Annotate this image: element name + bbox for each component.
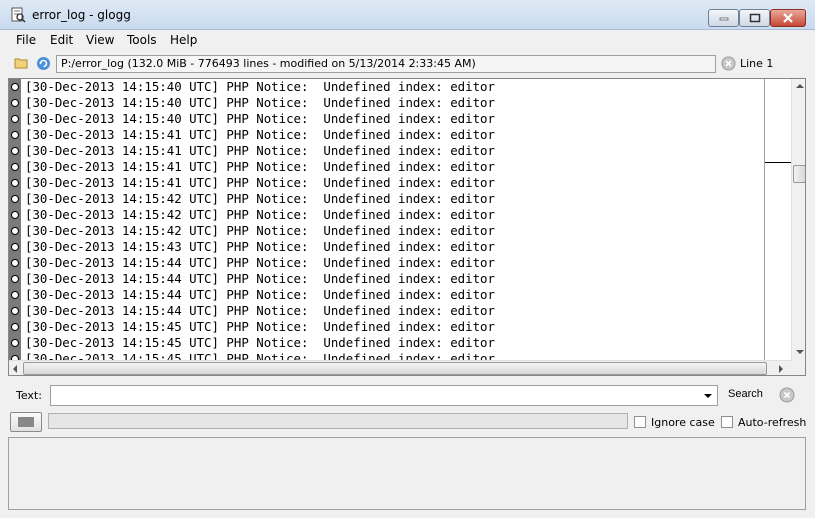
log-line[interactable]: [30-Dec-2013 14:15:45 UTC] PHP Notice: U…	[25, 351, 495, 360]
line-marker-icon[interactable]	[11, 227, 19, 235]
title-bar: error_log - glogg	[0, 0, 815, 30]
chevron-down-icon[interactable]	[704, 394, 712, 398]
horizontal-scroll-thumb[interactable]	[23, 362, 767, 375]
close-circle-icon[interactable]	[721, 56, 736, 71]
color-swatch-icon	[18, 417, 34, 427]
line-marker-icon[interactable]	[11, 259, 19, 267]
horizontal-scrollbar[interactable]	[9, 360, 791, 375]
log-line[interactable]: [30-Dec-2013 14:15:44 UTC] PHP Notice: U…	[25, 303, 495, 319]
log-line[interactable]: [30-Dec-2013 14:15:41 UTC] PHP Notice: U…	[25, 175, 495, 191]
line-marker-icon[interactable]	[11, 323, 19, 331]
vertical-scroll-thumb[interactable]	[793, 165, 805, 183]
line-marker-icon[interactable]	[11, 99, 19, 107]
scroll-right-icon[interactable]	[779, 365, 783, 373]
log-line[interactable]: [30-Dec-2013 14:15:45 UTC] PHP Notice: U…	[25, 335, 495, 351]
minimize-button[interactable]	[708, 9, 739, 27]
line-marker-icon[interactable]	[11, 195, 19, 203]
log-lines[interactable]: [30-Dec-2013 14:15:40 UTC] PHP Notice: U…	[23, 79, 763, 360]
menu-bar: File Edit View Tools Help	[0, 30, 815, 51]
glogg-icon	[11, 7, 26, 23]
file-info: P:/error_log (132.0 MiB - 776493 lines -…	[56, 55, 716, 73]
info-bar: P:/error_log (132.0 MiB - 776493 lines -…	[0, 52, 815, 76]
ignore-case-label: Ignore case	[651, 416, 715, 429]
line-indicator: Line 1	[740, 57, 774, 70]
line-marker-icon[interactable]	[11, 211, 19, 219]
line-marker-icon[interactable]	[11, 339, 19, 347]
log-line[interactable]: [30-Dec-2013 14:15:40 UTC] PHP Notice: U…	[25, 95, 495, 111]
log-line[interactable]: [30-Dec-2013 14:15:44 UTC] PHP Notice: U…	[25, 271, 495, 287]
line-marker-icon[interactable]	[11, 83, 19, 91]
log-line[interactable]: [30-Dec-2013 14:15:44 UTC] PHP Notice: U…	[25, 255, 495, 271]
line-marker-icon[interactable]	[11, 131, 19, 139]
log-line[interactable]: [30-Dec-2013 14:15:40 UTC] PHP Notice: U…	[25, 79, 495, 95]
log-line[interactable]: [30-Dec-2013 14:15:42 UTC] PHP Notice: U…	[25, 223, 495, 239]
stop-search-icon[interactable]	[779, 387, 795, 403]
overview-bar[interactable]	[764, 79, 792, 360]
log-line[interactable]: [30-Dec-2013 14:15:44 UTC] PHP Notice: U…	[25, 287, 495, 303]
line-marker-icon[interactable]	[11, 291, 19, 299]
line-marker-icon[interactable]	[11, 163, 19, 171]
log-line[interactable]: [30-Dec-2013 14:15:41 UTC] PHP Notice: U…	[25, 143, 495, 159]
log-line[interactable]: [30-Dec-2013 14:15:41 UTC] PHP Notice: U…	[25, 127, 495, 143]
scrollbar-corner	[791, 360, 805, 375]
scroll-left-icon[interactable]	[13, 365, 17, 373]
search-input[interactable]	[51, 386, 699, 405]
log-line[interactable]: [30-Dec-2013 14:15:42 UTC] PHP Notice: U…	[25, 207, 495, 223]
line-marker-icon[interactable]	[11, 243, 19, 251]
log-view[interactable]: [30-Dec-2013 14:15:40 UTC] PHP Notice: U…	[8, 78, 806, 376]
search-progress-bar	[48, 413, 628, 429]
vertical-scrollbar[interactable]	[791, 79, 805, 360]
scroll-up-icon[interactable]	[796, 84, 804, 88]
scroll-down-icon[interactable]	[796, 350, 804, 354]
close-icon	[783, 13, 793, 23]
close-window-button[interactable]	[770, 9, 806, 27]
auto-refresh-checkbox[interactable]	[721, 416, 733, 428]
ignore-case-checkbox[interactable]	[634, 416, 646, 428]
menu-help[interactable]: Help	[170, 33, 197, 47]
log-line[interactable]: [30-Dec-2013 14:15:45 UTC] PHP Notice: U…	[25, 319, 495, 335]
overview-position-marker	[765, 162, 792, 163]
menu-file[interactable]: File	[16, 33, 36, 47]
line-marker-icon[interactable]	[11, 115, 19, 123]
search-text-label: Text:	[16, 389, 42, 402]
line-marker-icon[interactable]	[11, 179, 19, 187]
log-line[interactable]: [30-Dec-2013 14:15:41 UTC] PHP Notice: U…	[25, 159, 495, 175]
menu-view[interactable]: View	[86, 33, 114, 47]
menu-tools[interactable]: Tools	[127, 33, 157, 47]
menu-edit[interactable]: Edit	[50, 33, 73, 47]
highlight-filter-button[interactable]	[10, 412, 42, 432]
minimize-icon	[719, 17, 728, 21]
maximize-button[interactable]	[739, 9, 770, 27]
search-results-view[interactable]	[8, 437, 806, 510]
maximize-icon	[749, 13, 760, 23]
log-line[interactable]: [30-Dec-2013 14:15:43 UTC] PHP Notice: U…	[25, 239, 495, 255]
line-marker-icon[interactable]	[11, 147, 19, 155]
search-button[interactable]: Search	[728, 388, 763, 400]
reload-icon[interactable]	[36, 56, 51, 71]
line-marker-icon[interactable]	[11, 307, 19, 315]
line-gutter	[9, 79, 21, 363]
line-marker-icon[interactable]	[11, 275, 19, 283]
search-combo[interactable]	[50, 385, 718, 406]
log-line[interactable]: [30-Dec-2013 14:15:40 UTC] PHP Notice: U…	[25, 111, 495, 127]
log-line[interactable]: [30-Dec-2013 14:15:42 UTC] PHP Notice: U…	[25, 191, 495, 207]
open-folder-icon[interactable]	[14, 57, 29, 69]
window-title: error_log - glogg	[32, 8, 131, 22]
auto-refresh-label: Auto-refresh	[738, 416, 807, 429]
